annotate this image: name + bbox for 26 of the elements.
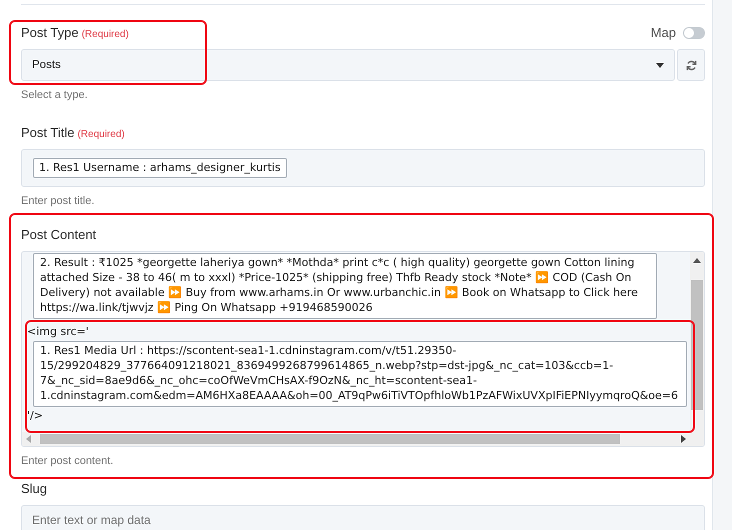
content-text: '/> [27,409,44,423]
mapped-token: 1. Res1 Username : arhams_designer_kurtis [33,158,287,178]
field-label: Post Title [21,125,74,140]
field-hint: Enter post content. [21,455,114,467]
field-label: Slug [21,481,48,496]
post-content-field[interactable] [21,251,705,447]
mapped-token: 1. Res1 Media Url : https://scontent-sea1-1.cdninstagram.com/v/t51.29350-15/299204829_377664091218021_8369499268799614865_n.webp?stp=dst-jpg&_nc_cat=103&ccb=1-7&_nc_sid=8ae9d6&_nc_ohc=coOfWeVmCHsAX-f9OzN&_nc_ht=scontent-sea1-1.cdninstagram.com&edm=AM6HXa8EAAAA&oh=00_AT9qPw6iTiVTOpfhloWb1PzAFWixUVXpIFiEPNIyymqroQ&oe=6 [33,341,687,407]
post-title-field[interactable]: 1. Res1 Username : arhams_designer_kurtis [21,149,705,187]
dropdown-caret-icon [656,62,664,68]
post-type-select[interactable]: Posts [21,49,675,81]
content-text: <img src=' [27,325,90,339]
required-note: (Required) [82,29,129,40]
field-hint: Select a type. [21,89,88,101]
refresh-icon [686,60,696,70]
slug-field[interactable]: Enter text or map data [21,505,705,530]
field-hint: Enter post title. [21,195,94,207]
mapped-token: 2. Result : ₹1025 *georgette laheriya gown* *Mothda* print c*c ( high quality) georgette gown Cotton lining attached Size - 38 to 46( m to xxxl) *Price-1025* (shipping free) Thfb Ready stock *Note* ⏩ COD (Cash On Delivery) not available ⏩ Buy from www.arhams.in Or www.urbanchic.in ⏩ Book on Whatsapp to Click here https://wa.link/tjwvjz ⏩ Ping On Whatsapp +919468590026 [33,253,657,319]
scrollbar-thumb[interactable] [40,434,620,444]
scroll-up-icon[interactable] [693,258,701,263]
field-label: Post Content [21,227,96,242]
map-label: Map [650,25,676,40]
refresh-button[interactable] [677,49,705,81]
scroll-right-icon[interactable] [681,435,686,443]
map-toggle[interactable] [683,26,705,38]
field-label: Post Type [21,25,79,40]
required-note: (Required) [77,129,125,140]
